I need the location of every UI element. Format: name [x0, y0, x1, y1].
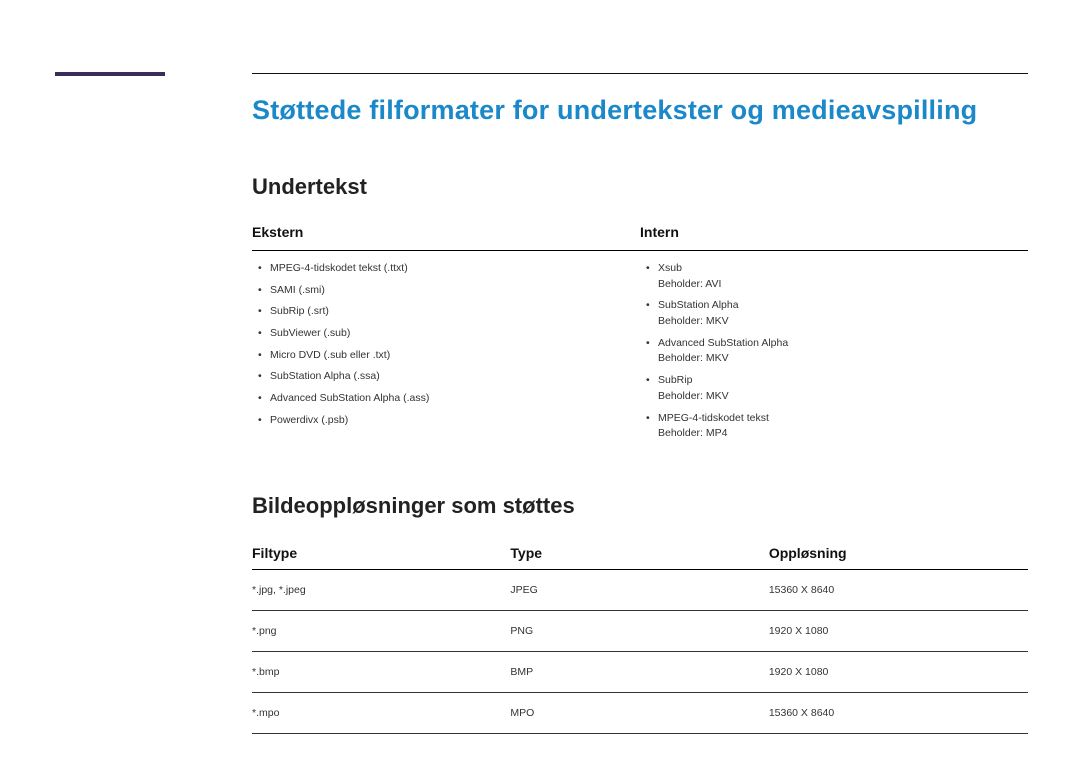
list-item-label: Xsub: [658, 262, 682, 274]
list-item: SAMI (.smi): [270, 283, 640, 298]
list-item: MPEG-4-tidskodet tekst (.ttxt): [270, 261, 640, 276]
external-list: MPEG-4-tidskodet tekst (.ttxt) SAMI (.smi…: [252, 261, 640, 448]
table-header-row: Filtype Type Oppløsning: [252, 537, 1028, 570]
table-cell-resolution: 1920 X 1080: [769, 610, 1028, 651]
table-cell-resolution: 15360 X 8640: [769, 569, 1028, 610]
table-cell-filetype: *.bmp: [252, 651, 510, 692]
section-marker: [55, 72, 165, 76]
table-cell-type: MPO: [510, 692, 768, 733]
list-item: MPEG-4-tidskodet tekst Beholder: MP4: [658, 411, 1028, 441]
document-content: Støttede filformater for undertekster og…: [252, 95, 1028, 734]
list-item: SubRip (.srt): [270, 304, 640, 319]
table-row: *.pngPNG1920 X 1080: [252, 610, 1028, 651]
table-cell-type: PNG: [510, 610, 768, 651]
subtitle-lists: MPEG-4-tidskodet tekst (.ttxt) SAMI (.smi…: [252, 251, 1028, 448]
list-item-label: SubRip: [658, 374, 692, 386]
table-cell-type: BMP: [510, 651, 768, 692]
list-item: Xsub Beholder: AVI: [658, 261, 1028, 291]
table-row: *.mpoMPO15360 X 8640: [252, 692, 1028, 733]
list-item-subline: Beholder: AVI: [658, 277, 1028, 292]
external-column-header: Ekstern: [252, 224, 303, 240]
image-heading: Bildeoppløsninger som støttes: [252, 493, 1028, 519]
list-item-subline: Beholder: MKV: [658, 314, 1028, 329]
header-filetype: Filtype: [252, 537, 510, 570]
table-cell-filetype: *.jpg, *.jpeg: [252, 569, 510, 610]
list-item-subline: Beholder: MKV: [658, 351, 1028, 366]
internal-header-cell: Intern: [640, 218, 1028, 250]
subtitle-section: Undertekst Ekstern Intern MPEG-4-tidskod…: [252, 174, 1028, 448]
header-divider: [252, 73, 1028, 74]
table-cell-filetype: *.mpo: [252, 692, 510, 733]
table-cell-type: JPEG: [510, 569, 768, 610]
subtitle-column-headers: Ekstern Intern: [252, 218, 1028, 251]
list-item-subline: Beholder: MP4: [658, 426, 1028, 441]
list-item-subline: Beholder: MKV: [658, 389, 1028, 404]
page-title: Støttede filformater for undertekster og…: [252, 95, 1028, 126]
table-row: *.jpg, *.jpegJPEG15360 X 8640: [252, 569, 1028, 610]
internal-column-header: Intern: [640, 224, 679, 240]
list-item-label: SubStation Alpha: [658, 299, 739, 311]
list-item: SubStation Alpha Beholder: MKV: [658, 298, 1028, 328]
image-resolutions-section: Bildeoppløsninger som støttes Filtype Ty…: [252, 493, 1028, 734]
subtitle-heading: Undertekst: [252, 174, 1028, 200]
external-header-cell: Ekstern: [252, 218, 640, 250]
header-resolution: Oppløsning: [769, 537, 1028, 570]
list-item: Powerdivx (.psb): [270, 413, 640, 428]
list-item: SubViewer (.sub): [270, 326, 640, 341]
list-item: SubStation Alpha (.ssa): [270, 369, 640, 384]
table-cell-filetype: *.png: [252, 610, 510, 651]
table-row: *.bmpBMP1920 X 1080: [252, 651, 1028, 692]
internal-list: Xsub Beholder: AVI SubStation Alpha Beholde…: [640, 261, 1028, 448]
header-type: Type: [510, 537, 768, 570]
list-item: Advanced SubStation Alpha Beholder: MKV: [658, 336, 1028, 366]
image-resolutions-table: Filtype Type Oppløsning *.jpg, *.jpegJPE…: [252, 537, 1028, 734]
list-item: SubRip Beholder: MKV: [658, 373, 1028, 403]
table-cell-resolution: 1920 X 1080: [769, 651, 1028, 692]
list-item: Micro DVD (.sub eller .txt): [270, 348, 640, 363]
list-item: Advanced SubStation Alpha (.ass): [270, 391, 640, 406]
list-item-label: MPEG-4-tidskodet tekst: [658, 412, 769, 424]
list-item-label: Advanced SubStation Alpha: [658, 337, 788, 349]
table-cell-resolution: 15360 X 8640: [769, 692, 1028, 733]
